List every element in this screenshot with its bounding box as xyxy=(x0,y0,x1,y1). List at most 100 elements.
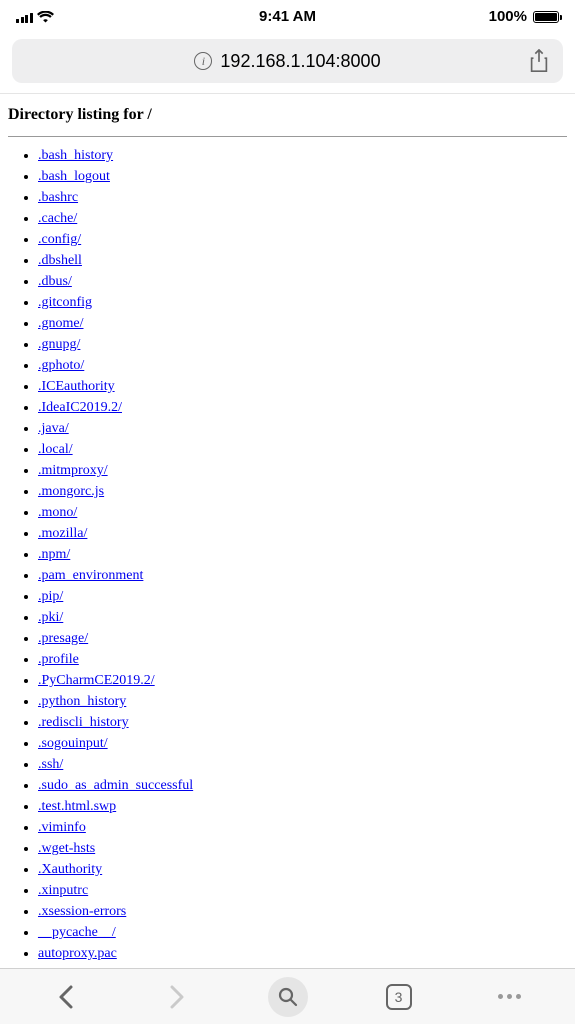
directory-link[interactable]: .sogouinput/ xyxy=(38,736,108,751)
list-item: .python_history xyxy=(38,691,567,712)
directory-link[interactable]: .IdeaIC2019.2/ xyxy=(38,400,122,415)
directory-link[interactable]: .PyCharmCE2019.2/ xyxy=(38,673,155,688)
list-item: .local/ xyxy=(38,439,567,460)
directory-link[interactable]: .gnome/ xyxy=(38,316,84,331)
list-item: .dbshell xyxy=(38,250,567,271)
list-item: .bash_history xyxy=(38,145,567,166)
directory-link[interactable]: .dbshell xyxy=(38,253,82,268)
list-item: .xsession-errors xyxy=(38,901,567,922)
directory-link[interactable]: .bash_logout xyxy=(38,169,110,184)
list-item: __pycache__/ xyxy=(38,922,567,943)
list-item: .sudo_as_admin_successful xyxy=(38,775,567,796)
status-time: 9:41 AM xyxy=(259,8,316,25)
status-bar: 9:41 AM 100% xyxy=(0,0,575,29)
more-icon xyxy=(498,994,521,999)
directory-link[interactable]: .wget-hsts xyxy=(38,841,95,856)
list-item: .ICEauthority xyxy=(38,376,567,397)
page-title: Directory listing for / xyxy=(8,104,567,132)
directory-link[interactable]: .pip/ xyxy=(38,589,63,604)
directory-link[interactable]: .npm/ xyxy=(38,547,70,562)
list-item: .profile xyxy=(38,649,567,670)
list-item: .mongorc.js xyxy=(38,481,567,502)
directory-link[interactable]: .config/ xyxy=(38,232,81,247)
directory-link[interactable]: .gitconfig xyxy=(38,295,92,310)
list-item: .gnome/ xyxy=(38,313,567,334)
directory-link[interactable]: .gnupg/ xyxy=(38,337,80,352)
directory-link[interactable]: .xsession-errors xyxy=(38,904,126,919)
list-item: .wget-hsts xyxy=(38,838,567,859)
directory-link[interactable]: .mozilla/ xyxy=(38,526,87,541)
list-item: .gnupg/ xyxy=(38,334,567,355)
directory-link[interactable]: .pam_environment xyxy=(38,568,143,583)
list-item: .pki/ xyxy=(38,607,567,628)
list-item: .Xauthority xyxy=(38,859,567,880)
list-item: .mozilla/ xyxy=(38,523,567,544)
directory-link[interactable]: .mitmproxy/ xyxy=(38,463,108,478)
cellular-signal-icon xyxy=(16,11,33,23)
directory-link[interactable]: .profile xyxy=(38,652,79,667)
list-item: .ssh/ xyxy=(38,754,567,775)
directory-link[interactable]: .sudo_as_admin_successful xyxy=(38,778,193,793)
directory-link[interactable]: .rediscli_history xyxy=(38,715,129,730)
directory-link[interactable]: .mongorc.js xyxy=(38,484,104,499)
directory-link[interactable]: .bash_history xyxy=(38,148,113,163)
directory-link[interactable]: .test.html.swp xyxy=(38,799,116,814)
address-bar[interactable]: i 192.168.1.104:8000 xyxy=(12,39,563,83)
search-button[interactable] xyxy=(266,975,310,1019)
directory-link[interactable]: .python_history xyxy=(38,694,126,709)
directory-link[interactable]: autoproxy.pac xyxy=(38,946,117,961)
wifi-icon xyxy=(37,11,54,23)
directory-link[interactable]: .java/ xyxy=(38,421,69,436)
tabs-count: 3 xyxy=(395,989,403,1005)
list-item: .test.html.swp xyxy=(38,796,567,817)
directory-link[interactable]: .gphoto/ xyxy=(38,358,84,373)
directory-link[interactable]: .cache/ xyxy=(38,211,77,226)
list-item: .PyCharmCE2019.2/ xyxy=(38,670,567,691)
list-item: .mitmproxy/ xyxy=(38,460,567,481)
status-left xyxy=(16,11,54,23)
list-item: .dbus/ xyxy=(38,271,567,292)
list-item: .pip/ xyxy=(38,586,567,607)
directory-link[interactable]: __pycache__/ xyxy=(38,925,116,940)
list-item: .xinputrc xyxy=(38,880,567,901)
directory-link[interactable]: .pki/ xyxy=(38,610,63,625)
list-item: .sogouinput/ xyxy=(38,733,567,754)
list-item: .mono/ xyxy=(38,502,567,523)
list-item: .viminfo xyxy=(38,817,567,838)
directory-link[interactable]: .viminfo xyxy=(38,820,86,835)
directory-link[interactable]: .Xauthority xyxy=(38,862,102,877)
info-icon: i xyxy=(194,52,212,70)
share-icon[interactable] xyxy=(529,49,549,73)
list-item: .bashrc xyxy=(38,187,567,208)
list-item: .cache/ xyxy=(38,208,567,229)
list-item: .config/ xyxy=(38,229,567,250)
directory-link[interactable]: .presage/ xyxy=(38,631,88,646)
directory-link[interactable]: .ICEauthority xyxy=(38,379,115,394)
list-item: .IdeaIC2019.2/ xyxy=(38,397,567,418)
directory-link[interactable]: .xinputrc xyxy=(38,883,88,898)
forward-button[interactable] xyxy=(155,975,199,1019)
divider xyxy=(8,136,567,137)
battery-icon xyxy=(533,11,559,23)
more-button[interactable] xyxy=(488,975,532,1019)
url-text: 192.168.1.104:8000 xyxy=(220,51,380,72)
back-button[interactable] xyxy=(44,975,88,1019)
directory-link[interactable]: .mono/ xyxy=(38,505,77,520)
list-item: .gitconfig xyxy=(38,292,567,313)
list-item: .java/ xyxy=(38,418,567,439)
tabs-button[interactable]: 3 xyxy=(377,975,421,1019)
directory-list: .bash_history .bash_logout .bashrc .cache/.… xyxy=(8,145,567,964)
directory-link[interactable]: .ssh/ xyxy=(38,757,63,772)
list-item: .bash_logout xyxy=(38,166,567,187)
list-item: .pam_environment xyxy=(38,565,567,586)
list-item: .gphoto/ xyxy=(38,355,567,376)
list-item: .npm/ xyxy=(38,544,567,565)
page-content: Directory listing for / .bash_history.ba… xyxy=(0,94,575,964)
directory-link[interactable]: .local/ xyxy=(38,442,73,457)
list-item: .presage/ xyxy=(38,628,567,649)
search-icon xyxy=(278,987,298,1007)
directory-link[interactable]: .bashrc xyxy=(38,190,78,205)
list-item: .rediscli_history xyxy=(38,712,567,733)
battery-percentage: 100% xyxy=(489,8,527,25)
directory-link[interactable]: .dbus/ xyxy=(38,274,72,289)
